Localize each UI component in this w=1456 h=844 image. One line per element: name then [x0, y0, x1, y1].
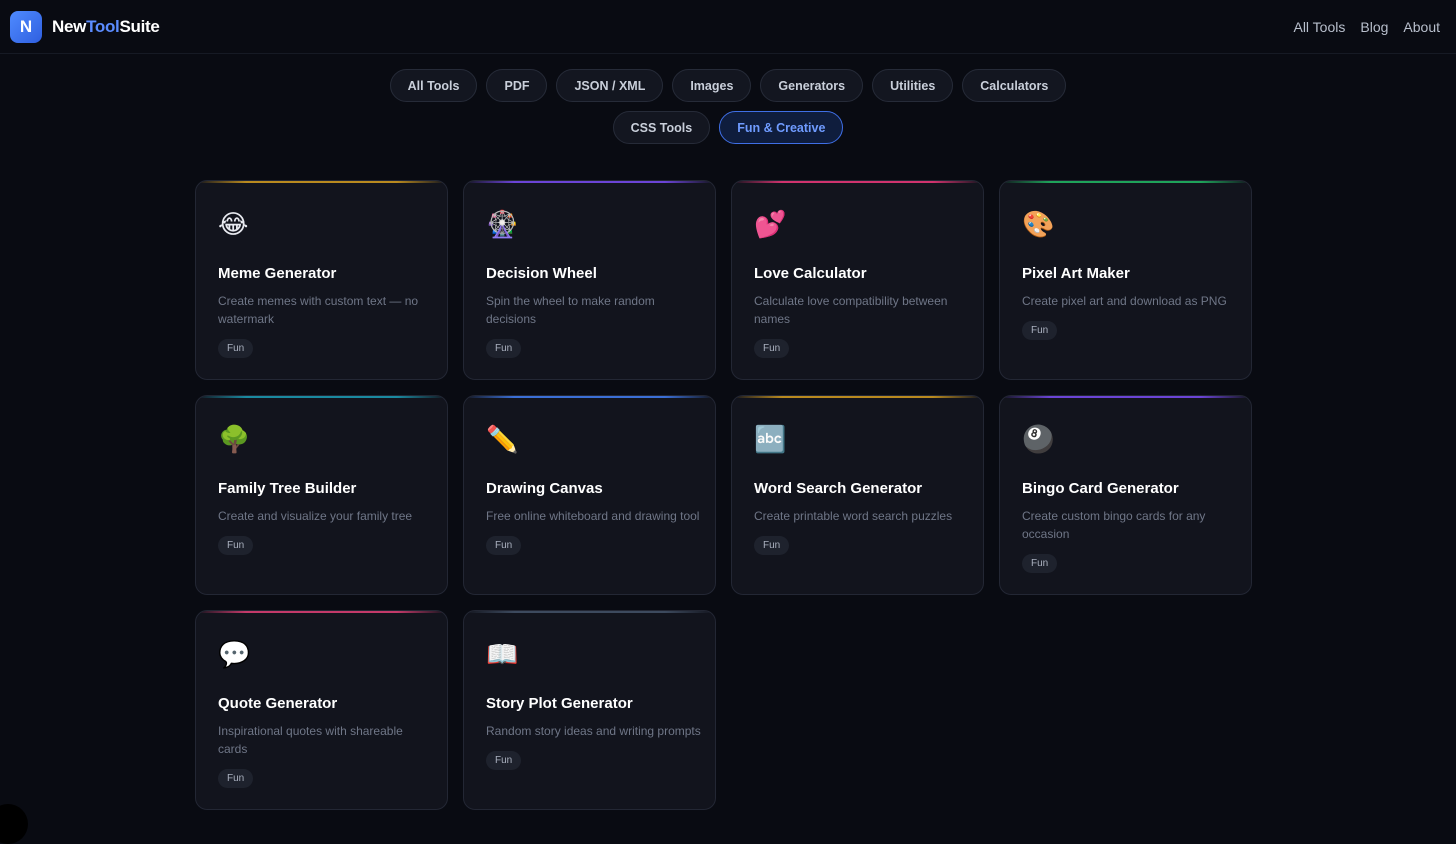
card-accent-bar	[464, 611, 715, 613]
nav-link-all-tools[interactable]: All Tools	[1293, 19, 1345, 35]
card-description: Random story ideas and writing prompts	[486, 722, 701, 740]
brand-name: NewToolSuite	[52, 17, 160, 37]
card-accent-bar	[196, 181, 447, 183]
tree-icon: 🌳	[218, 424, 250, 456]
card-tag: Fun	[754, 536, 789, 555]
card-tag: Fun	[218, 769, 253, 788]
filter-calculators[interactable]: Calculators	[962, 69, 1066, 102]
card-title: Decision Wheel	[486, 265, 693, 282]
palette-icon: 🎨	[1022, 209, 1054, 241]
filter-utilities[interactable]: Utilities	[872, 69, 953, 102]
card-tag: Fun	[486, 339, 521, 358]
card-description: Create custom bingo cards for any occasi…	[1022, 507, 1237, 543]
filter-fun-creative[interactable]: Fun & Creative	[719, 111, 843, 144]
open-book-icon: 📖	[486, 639, 518, 671]
tool-card[interactable]: 🎡 Decision Wheel Spin the wheel to make ra…	[463, 180, 716, 380]
card-description: Inspirational quotes with shareable card…	[218, 722, 433, 758]
card-title: Family Tree Builder	[218, 480, 425, 497]
speech-bubble-icon: 💬	[218, 639, 250, 671]
abc-icon: 🔤	[754, 424, 786, 456]
nav-link-about[interactable]: About	[1403, 19, 1440, 35]
card-description: Create printable word search puzzles	[754, 507, 969, 525]
card-description: Create and visualize your family tree	[218, 507, 433, 525]
card-accent-bar	[196, 611, 447, 613]
card-description: Free online whiteboard and drawing tool	[486, 507, 701, 525]
nav-link-blog[interactable]: Blog	[1360, 19, 1388, 35]
card-tag: Fun	[218, 339, 253, 358]
filter-css-tools[interactable]: CSS Tools	[613, 111, 711, 144]
filter-pdf[interactable]: PDF	[486, 69, 547, 102]
filter-all-tools[interactable]: All Tools	[390, 69, 478, 102]
tool-card[interactable]: 🎱 Bingo Card Generator Create custom bingo…	[999, 395, 1252, 595]
card-accent-bar	[464, 181, 715, 183]
tool-card[interactable]: 🌳 Family Tree Builder Create and visualize…	[195, 395, 448, 595]
card-tag: Fun	[486, 536, 521, 555]
card-title: Word Search Generator	[754, 480, 961, 497]
card-description: Create pixel art and download as PNG	[1022, 292, 1237, 310]
card-accent-bar	[732, 181, 983, 183]
card-accent-bar	[464, 396, 715, 398]
tool-card-grid: 😂 Meme Generator Create memes with custom …	[195, 180, 1252, 810]
tool-card[interactable]: 📖 Story Plot Generator Random story ideas …	[463, 610, 716, 810]
card-accent-bar	[1000, 396, 1251, 398]
category-filter-row-1: All Tools PDF JSON / XML Images Generato…	[0, 69, 1456, 102]
tool-card[interactable]: 💬 Quote Generator Inspirational quotes wit…	[195, 610, 448, 810]
card-title: Bingo Card Generator	[1022, 480, 1229, 497]
category-filter-row-2: CSS Tools Fun & Creative	[0, 111, 1456, 144]
brand-logo-icon: N	[10, 11, 42, 43]
two-hearts-icon: 💕	[754, 209, 786, 241]
filter-generators[interactable]: Generators	[760, 69, 863, 102]
filter-json-xml[interactable]: JSON / XML	[556, 69, 663, 102]
corner-widget[interactable]	[0, 804, 28, 844]
pencil-icon: ✏️	[486, 424, 518, 456]
card-tag: Fun	[1022, 321, 1057, 340]
billiard-ball-icon: 🎱	[1022, 424, 1054, 456]
brand-link[interactable]: N NewToolSuite	[10, 11, 160, 43]
tool-card[interactable]: 💕 Love Calculator Calculate love compatibi…	[731, 180, 984, 380]
filter-images[interactable]: Images	[672, 69, 751, 102]
card-title: Pixel Art Maker	[1022, 265, 1229, 282]
card-tag: Fun	[754, 339, 789, 358]
card-tag: Fun	[218, 536, 253, 555]
tool-card[interactable]: 😂 Meme Generator Create memes with custom …	[195, 180, 448, 380]
brand-name-part1: New	[52, 17, 86, 36]
card-accent-bar	[196, 396, 447, 398]
card-title: Story Plot Generator	[486, 695, 693, 712]
ferris-wheel-icon: 🎡	[486, 209, 518, 241]
card-title: Quote Generator	[218, 695, 425, 712]
brand-name-part2: Tool	[86, 17, 119, 36]
card-description: Calculate love compatibility between nam…	[754, 292, 969, 328]
card-accent-bar	[732, 396, 983, 398]
tool-card[interactable]: 🎨 Pixel Art Maker Create pixel art and dow…	[999, 180, 1252, 380]
card-description: Spin the wheel to make random decisions	[486, 292, 701, 328]
card-title: Love Calculator	[754, 265, 961, 282]
card-accent-bar	[1000, 181, 1251, 183]
tool-card[interactable]: ✏️ Drawing Canvas Free online whiteboard a…	[463, 395, 716, 595]
brand-name-part3: Suite	[119, 17, 159, 36]
card-tag: Fun	[486, 751, 521, 770]
top-nav-bar: N NewToolSuite All Tools Blog About	[0, 0, 1456, 54]
tool-card[interactable]: 🔤 Word Search Generator Create printable w…	[731, 395, 984, 595]
card-title: Drawing Canvas	[486, 480, 693, 497]
card-description: Create memes with custom text — no water…	[218, 292, 433, 328]
laughing-face-icon: 😂	[218, 209, 250, 241]
card-tag: Fun	[1022, 554, 1057, 573]
card-title: Meme Generator	[218, 265, 425, 282]
main-nav: All Tools Blog About	[1293, 19, 1440, 35]
